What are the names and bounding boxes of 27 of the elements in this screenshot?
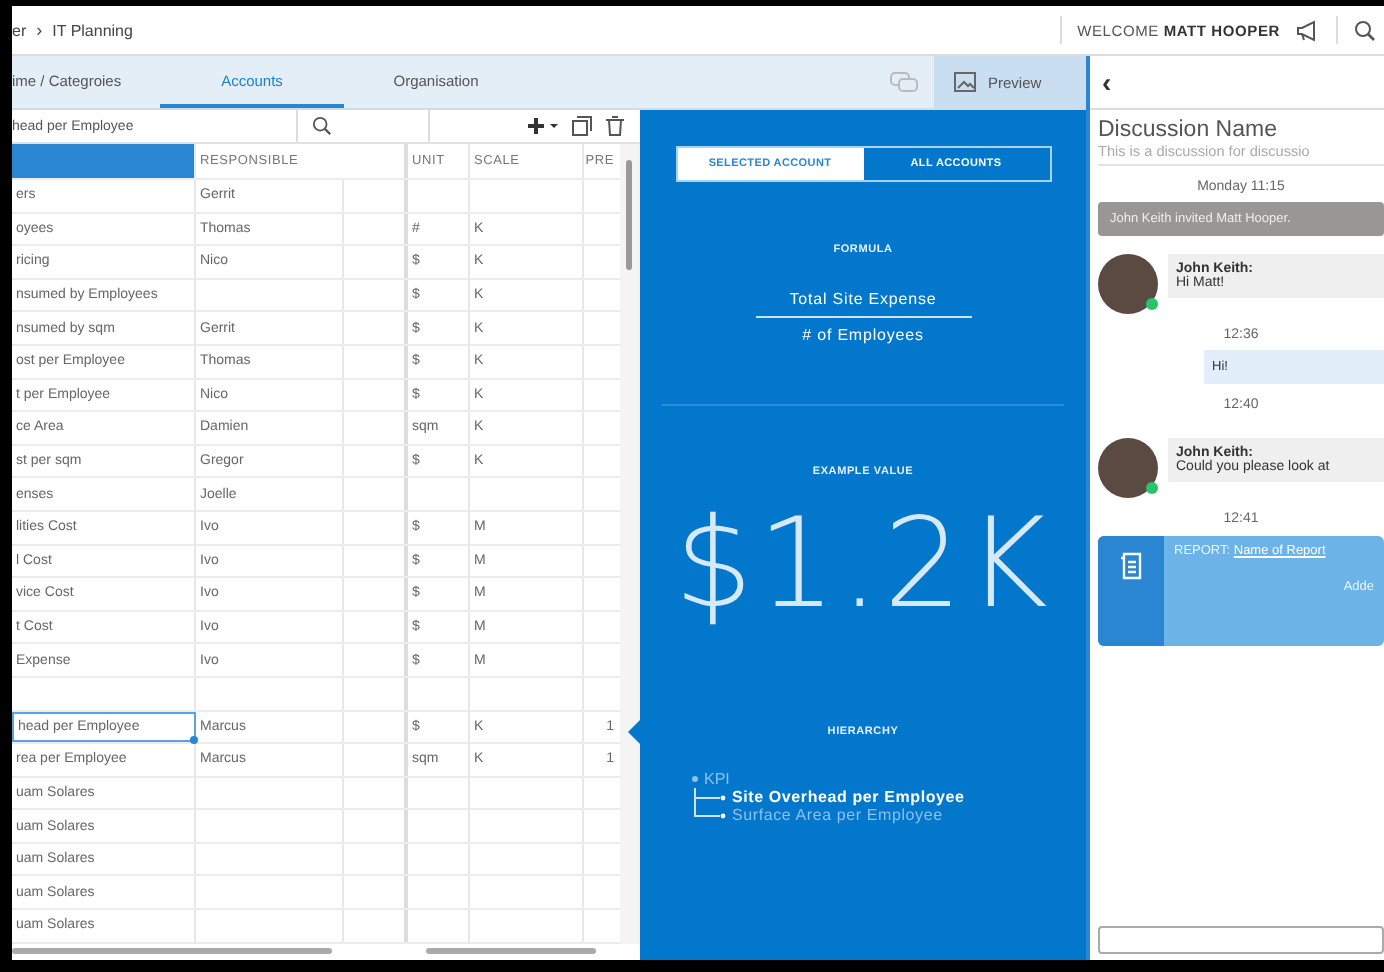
trash-icon[interactable]	[606, 116, 624, 136]
document-icon	[1119, 552, 1143, 580]
add-icon[interactable]	[526, 116, 558, 136]
breadcrumb-separator: ›	[36, 20, 43, 40]
discussion-title: Discussion Name	[1098, 118, 1279, 142]
tree-item[interactable]: KPI	[704, 770, 730, 788]
breadcrumb-current: IT Planning	[52, 21, 133, 39]
message-input[interactable]	[1098, 926, 1384, 954]
back-button[interactable]: ‹	[1102, 66, 1112, 98]
tree-connector	[694, 806, 726, 824]
search-icon	[312, 116, 332, 136]
scrollbar-thumb[interactable]	[12, 948, 332, 954]
scrollbar-thumb[interactable]	[626, 160, 632, 270]
search-icon[interactable]	[1354, 19, 1376, 41]
duplicate-icon[interactable]	[572, 116, 592, 136]
tree-item[interactable]: Site Overhead per Employee	[732, 788, 965, 806]
formula-denominator: # of Employees	[802, 326, 924, 344]
formula-numerator: Total Site Expense	[755, 290, 971, 318]
megaphone-icon[interactable]	[1296, 19, 1320, 41]
fill-handle[interactable]	[190, 736, 198, 745]
example-value: $1.2K	[674, 488, 1052, 640]
image-icon	[954, 72, 976, 92]
breadcrumb-parent[interactable]: er	[12, 21, 27, 39]
tree-connector	[694, 788, 726, 806]
tree-node-dot	[692, 776, 698, 782]
scrollbar-thumb[interactable]	[426, 948, 596, 954]
tree-item[interactable]: Surface Area per Employee	[732, 806, 943, 824]
